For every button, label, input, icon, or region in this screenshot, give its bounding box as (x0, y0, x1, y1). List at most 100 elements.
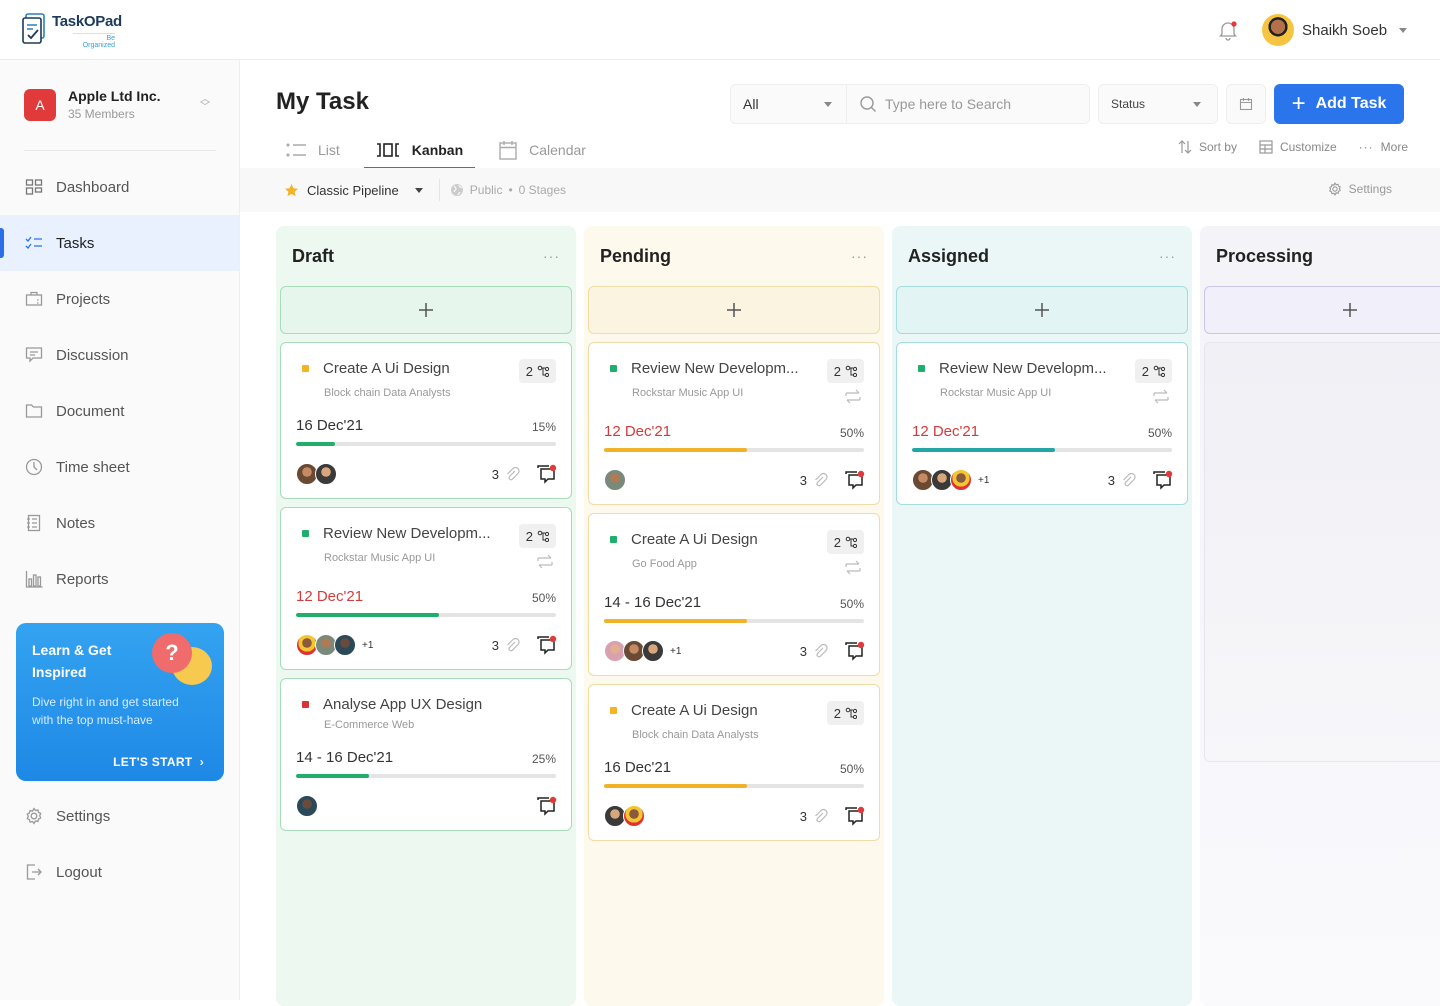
attachments-button[interactable]: 3 (800, 472, 828, 488)
tab-label: List (318, 142, 340, 158)
sidebar-item-discussion[interactable]: Discussion (0, 327, 239, 383)
assignee-avatars[interactable] (604, 805, 645, 827)
assignee-avatars[interactable] (604, 469, 626, 491)
gear-icon (1328, 182, 1341, 196)
comments-button[interactable] (1152, 470, 1173, 490)
comments-button[interactable] (536, 635, 557, 655)
comments-button[interactable] (536, 796, 557, 816)
org-switcher[interactable]: A Apple Ltd Inc. 35 Members ︿ ﹀ (24, 88, 216, 121)
project-name: E-Commerce Web (324, 719, 415, 731)
subtask-badge[interactable]: 2 (518, 359, 556, 383)
task-card[interactable]: Create A Ui Design 2 Block chain Data Anal… (280, 342, 572, 499)
add-card-button[interactable] (1204, 286, 1440, 334)
add-task-label: Add Task (1315, 95, 1387, 112)
add-card-button[interactable] (896, 286, 1188, 334)
subtask-badge[interactable]: 2 (518, 524, 556, 548)
date-row: 14 - 16 Dec'21 25% (296, 749, 556, 766)
date-picker-button[interactable] (1226, 84, 1266, 124)
comments-button[interactable] (536, 464, 557, 484)
user-menu[interactable]: Shaikh Soeb (1262, 14, 1408, 46)
task-card[interactable]: Create A Ui Design 2 Block chain Data Anal… (588, 684, 880, 841)
assignee-avatars[interactable] (296, 463, 337, 485)
task-card[interactable]: Create A Ui Design 2 Go Food App 14 - 16 De… (588, 513, 880, 676)
assignee-avatars[interactable]: +1 (912, 469, 989, 491)
task-title[interactable]: Review New Developm... (631, 359, 827, 379)
attachments-button[interactable]: 3 (492, 466, 520, 482)
task-title[interactable]: Create A Ui Design (631, 701, 827, 721)
task-title[interactable]: Review New Developm... (939, 359, 1135, 379)
sidebar-item-settings[interactable]: Settings (0, 788, 239, 844)
tab-calendar[interactable]: Calendar (489, 132, 596, 168)
subtask-badge[interactable]: 2 (826, 701, 864, 725)
filter-value: All (743, 96, 759, 112)
pipeline-settings-button[interactable]: Settings (1328, 182, 1392, 196)
customize-label: Customize (1279, 140, 1337, 154)
attachments-button[interactable]: 3 (800, 808, 828, 824)
task-card[interactable]: Review New Developm... 2 Rockstar Music Ap… (896, 342, 1188, 505)
customize-button[interactable]: Customize (1259, 140, 1337, 154)
task-title[interactable]: Create A Ui Design (631, 530, 827, 550)
status-dropdown[interactable]: Status (1098, 84, 1218, 124)
priority-indicator (610, 707, 617, 714)
sidebar-item-dashboard[interactable]: Dashboard (0, 159, 239, 215)
add-task-button[interactable]: + Add Task (1274, 84, 1404, 124)
comments-button[interactable] (844, 470, 865, 490)
task-card[interactable]: Review New Developm... 2 Rockstar Music Ap… (280, 507, 572, 670)
attachments-button[interactable]: 3 (492, 637, 520, 653)
attachments-button[interactable]: 3 (800, 643, 828, 659)
paperclip-icon (812, 472, 828, 488)
sidebar-nav: Dashboard Tasks Projects Discussion Docu… (0, 159, 239, 607)
subtask-badge[interactable]: 2 (826, 530, 864, 554)
pipeline-selector[interactable]: Classic Pipeline (284, 179, 440, 201)
sidebar-item-time-sheet[interactable]: Time sheet (0, 439, 239, 495)
lets-start-button[interactable]: LET'S START › (113, 755, 204, 769)
sort-button[interactable]: Sort by (1178, 140, 1237, 154)
tab-kanban[interactable]: Kanban (363, 132, 476, 169)
notifications-button[interactable] (1217, 19, 1239, 41)
add-card-button[interactable] (588, 286, 880, 334)
question-icon: ? (152, 633, 192, 673)
star-icon (285, 183, 298, 196)
assignee-avatars[interactable] (296, 795, 318, 817)
add-card-button[interactable] (280, 286, 572, 334)
sidebar-item-reports[interactable]: Reports (0, 551, 239, 607)
task-card[interactable]: Review New Developm... 2 Rockstar Music Ap… (588, 342, 880, 505)
progress-bar (296, 442, 556, 446)
globe-icon (450, 184, 463, 196)
more-button[interactable]: ··· More (1359, 140, 1408, 154)
task-title[interactable]: Analyse App UX Design (323, 695, 556, 715)
column-header: Pending ··· (588, 242, 880, 270)
sidebar-item-label: Dashboard (56, 178, 130, 196)
comments-button[interactable] (844, 641, 865, 661)
sidebar-item-projects[interactable]: Projects (0, 271, 239, 327)
tab-list[interactable]: List (276, 132, 350, 168)
more-horizontal-icon[interactable]: ··· (1159, 248, 1176, 264)
assignee-avatars[interactable]: +1 (604, 640, 681, 662)
attachments-button[interactable]: 3 (1108, 472, 1136, 488)
app-logo[interactable]: TaskOPad Be Organized (22, 13, 122, 49)
sidebar-item-document[interactable]: Document (0, 383, 239, 439)
task-title[interactable]: Review New Developm... (323, 524, 519, 544)
more-horizontal-icon[interactable]: ··· (543, 248, 560, 264)
filter-dropdown[interactable]: All (731, 85, 847, 123)
task-card[interactable]: Analyse App UX Design E-Commerce Web 14 - … (280, 678, 572, 831)
search-input[interactable] (885, 96, 1085, 112)
priority-indicator (610, 365, 617, 372)
attachment-count: 3 (491, 466, 499, 482)
column-header: Processing (1204, 242, 1440, 270)
date-row: 16 Dec'21 15% (296, 417, 556, 434)
discussion-icon (25, 346, 43, 364)
assignee-avatars[interactable]: +1 (296, 634, 373, 656)
subtask-badge[interactable]: 2 (826, 359, 864, 383)
comments-button[interactable] (844, 806, 865, 826)
card-actions: 3 (800, 470, 865, 490)
sidebar-item-logout[interactable]: Logout (0, 844, 239, 900)
subtask-badge[interactable]: 2 (1134, 359, 1172, 383)
priority-indicator (918, 365, 925, 372)
sidebar-item-tasks[interactable]: Tasks (0, 215, 239, 271)
sidebar-item-notes[interactable]: Notes (0, 495, 239, 551)
task-title[interactable]: Create A Ui Design (323, 359, 519, 379)
more-horizontal-icon[interactable]: ··· (851, 248, 868, 264)
tab-label: Calendar (529, 142, 586, 158)
project-name: Rockstar Music App UI (940, 387, 1052, 399)
